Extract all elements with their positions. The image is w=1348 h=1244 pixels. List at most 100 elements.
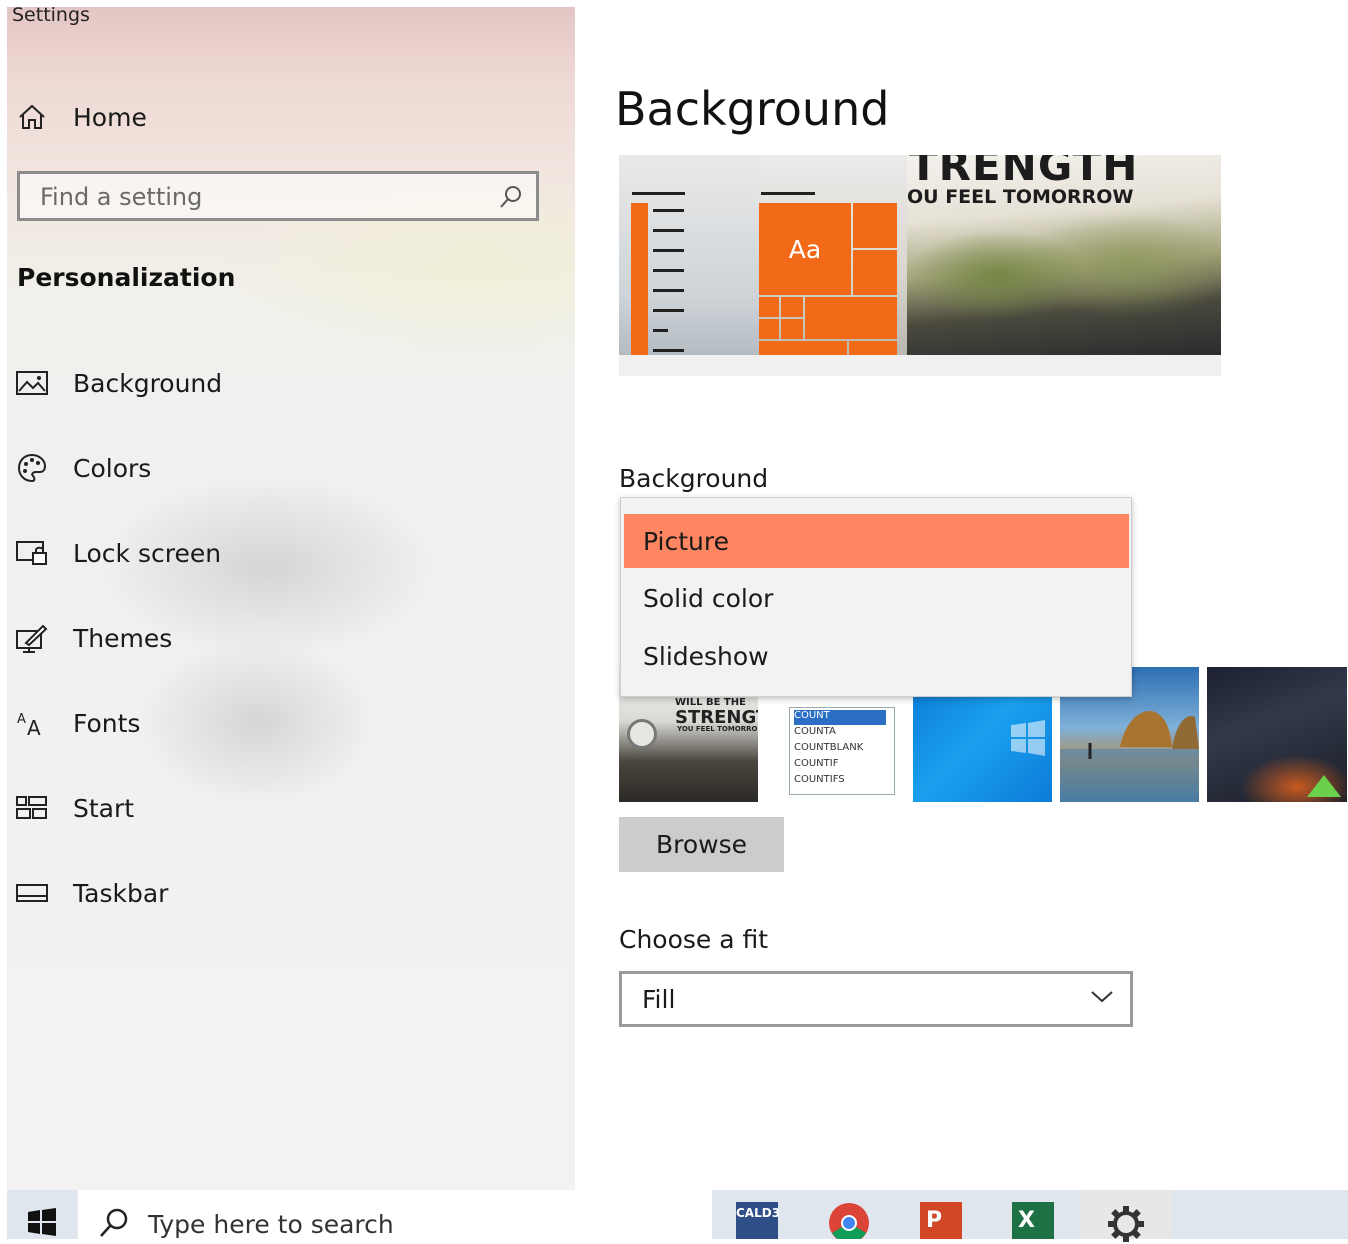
home-nav-item[interactable]: Home [17, 97, 147, 137]
choose-fit-label: Choose a fit [619, 925, 769, 954]
preview-wallpaper-subtitle: OU FEEL TOMORROW [907, 186, 1134, 208]
background-label: Background [619, 464, 769, 493]
preview-tile [631, 203, 648, 355]
sidebar-item-label: Background [73, 368, 223, 398]
svg-text:A: A [27, 716, 41, 737]
sidebar-item-background[interactable]: Background [15, 357, 555, 409]
function-row: COUNTA [794, 726, 836, 737]
excel-icon: X [1012, 1202, 1054, 1239]
lock-screen-icon [15, 536, 49, 570]
preview-line [653, 229, 684, 232]
taskbar-app-chrome[interactable] [804, 1190, 892, 1239]
gear-icon [1108, 1206, 1144, 1242]
background-option-picture[interactable]: Picture [624, 514, 1129, 568]
preview-wallpaper-title: TRENGTH [909, 155, 1139, 190]
sidebar-item-label: Taskbar [73, 878, 169, 908]
preview-line [653, 329, 668, 332]
home-label: Home [73, 102, 147, 132]
preview-tile-text: Aa [788, 234, 822, 264]
start-tiles-icon [15, 791, 49, 825]
preview-tile [781, 297, 803, 317]
sidebar-item-label: Colors [73, 453, 152, 483]
cald3-icon: CALD3 [736, 1202, 781, 1239]
taskbar-app-cald3[interactable]: CALD3 [712, 1190, 800, 1239]
sidebar-item-themes[interactable]: Themes [15, 612, 555, 664]
background-option-slideshow[interactable]: Slideshow [624, 629, 1129, 683]
choose-fit-dropdown[interactable]: Fill [619, 971, 1133, 1027]
chrome-icon [829, 1203, 869, 1239]
section-heading: Personalization [17, 263, 236, 292]
excel-function-list: COUNT COUNTA COUNTBLANK COUNTIF COUNTIFS [789, 707, 895, 795]
sidebar-item-label: Themes [73, 623, 173, 653]
preview-tile [759, 297, 779, 317]
window-title: Settings [12, 7, 90, 26]
browse-button[interactable]: Browse [619, 817, 784, 872]
background-type-dropdown-menu: Picture Solid color Slideshow [620, 497, 1132, 697]
function-row: COUNT [794, 710, 886, 725]
windows-start-icon [28, 1207, 56, 1236]
taskbar-search-box[interactable]: Type here to search [78, 1190, 712, 1239]
taskbar-search-placeholder: Type here to search [148, 1210, 394, 1239]
windows-logo-icon [1011, 720, 1045, 756]
palette-icon [15, 451, 49, 485]
powerpoint-icon: P [920, 1202, 962, 1239]
function-row: COUNTBLANK [794, 742, 864, 753]
preview-tile [781, 319, 803, 339]
sidebar-item-fonts[interactable]: A A Fonts [15, 697, 555, 749]
home-icon [19, 104, 45, 129]
preview-line [653, 269, 684, 272]
cald3-label: CALD3 [736, 1206, 781, 1220]
recent-picture-5[interactable] [1207, 667, 1347, 802]
sidebar-item-label: Lock screen [73, 538, 222, 568]
find-setting-search-box[interactable] [17, 171, 539, 221]
preview-line [653, 249, 684, 252]
preview-tile [759, 319, 779, 339]
preview-start-list [619, 155, 759, 355]
search-icon [100, 1208, 128, 1237]
fonts-icon: A A [15, 706, 49, 740]
tent-image [1307, 775, 1341, 797]
preview-tile [759, 341, 847, 355]
function-row: COUNTIF [794, 758, 839, 769]
sidebar-item-start[interactable]: Start [15, 782, 555, 834]
background-preview: TRENGTH OU FEEL TOMORROW Aa [619, 155, 1221, 376]
sidebar-item-taskbar[interactable]: Taskbar [15, 867, 555, 919]
sidebar-item-colors[interactable]: Colors [15, 442, 555, 494]
sidebar-item-label: Fonts [73, 708, 141, 738]
preview-line [653, 209, 684, 212]
chevron-down-icon [1091, 991, 1113, 1003]
svg-text:A: A [17, 712, 26, 727]
preview-tile [805, 297, 897, 339]
sidebar-item-label: Start [73, 793, 135, 823]
sidebar-item-lock-screen[interactable]: Lock screen [15, 527, 555, 579]
clock-image [627, 719, 657, 749]
picture-icon [15, 366, 49, 400]
preview-line [653, 309, 684, 312]
option-label: Picture [643, 526, 729, 556]
function-row: COUNTIFS [794, 774, 845, 785]
settings-sidebar: Settings Home Personalization Background [7, 7, 575, 1190]
preview-tile [853, 250, 897, 295]
preview-line [761, 192, 815, 195]
powerpoint-label: P [926, 1208, 943, 1233]
option-label: Solid color [643, 583, 774, 613]
preview-line [632, 192, 685, 195]
start-button[interactable] [7, 1190, 77, 1239]
excel-label: X [1018, 1208, 1035, 1233]
preview-tile [853, 203, 897, 248]
taskbar-app-settings[interactable] [1081, 1190, 1171, 1242]
preview-line [653, 349, 684, 352]
background-option-solid-color[interactable]: Solid color [624, 571, 1129, 625]
option-label: Slideshow [643, 641, 769, 671]
fit-value: Fill [642, 985, 676, 1014]
thumb-text: YOU FEEL TOMORRO [677, 725, 758, 733]
preview-line [653, 289, 684, 292]
page-title: Background [615, 82, 890, 136]
taskbar-icon [15, 876, 49, 910]
search-icon[interactable] [498, 184, 524, 210]
find-setting-input[interactable] [38, 180, 482, 214]
taskbar-app-excel[interactable]: X [988, 1190, 1076, 1239]
taskbar: Type here to search CALD3 P X [7, 1190, 1348, 1242]
themes-brush-icon [15, 621, 49, 655]
taskbar-app-powerpoint[interactable]: P [896, 1190, 984, 1239]
